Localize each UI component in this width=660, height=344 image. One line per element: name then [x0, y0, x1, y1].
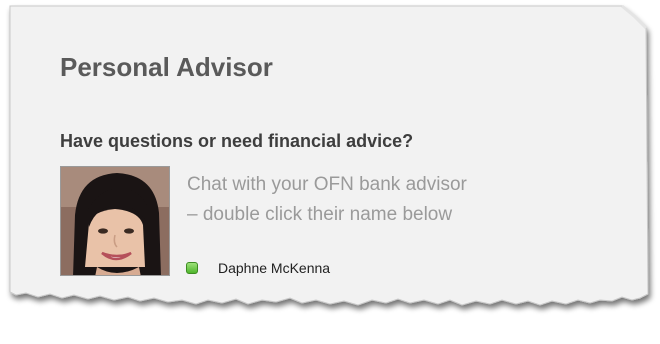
widget-title: Personal Advisor: [60, 52, 273, 82]
chat-instructions: Chat with your OFN bank advisor – double…: [187, 170, 567, 230]
advisor-list-item[interactable]: Daphne McKenna: [186, 258, 330, 278]
advisor-photo-image: [61, 167, 169, 275]
online-status-icon: [186, 262, 198, 274]
advisor-name[interactable]: Daphne McKenna: [218, 260, 330, 276]
chat-instructions-line-2: – double click their name below: [187, 204, 453, 225]
screenshot-stage: Personal Advisor Have questions or need …: [0, 0, 660, 344]
chat-instructions-line-1: Chat with your OFN bank advisor: [187, 174, 467, 195]
advisor-photo: [60, 166, 170, 276]
advice-question: Have questions or need financial advice?: [60, 131, 414, 151]
